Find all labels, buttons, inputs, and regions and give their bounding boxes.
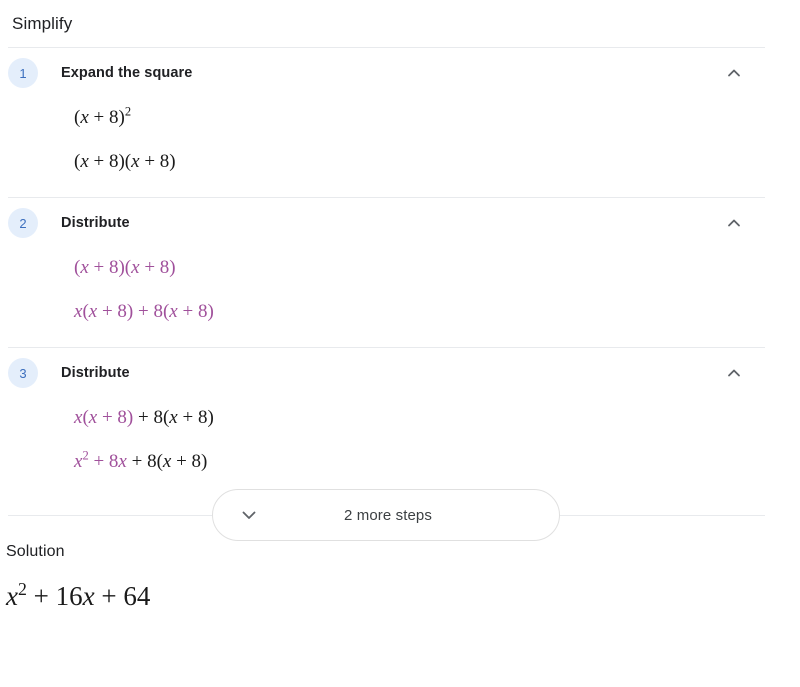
step-header-2[interactable]: 2 Distribute: [0, 198, 800, 244]
step-title: Distribute: [61, 215, 130, 231]
math-token: + 64: [94, 581, 151, 611]
page-title: Simplify: [12, 14, 73, 33]
math-token: + 8: [88, 451, 119, 472]
step-header-1[interactable]: 1 Expand the square: [0, 48, 800, 94]
math-line: (x + 8)(x + 8): [0, 152, 800, 174]
math-line: (x + 8)(x + 8): [0, 250, 800, 302]
step-3: 3 Distribute x(x + 8) + 8(x + 8) x2 + 8x + …: [0, 348, 800, 486]
math-token: + 8) + 8(: [97, 301, 170, 322]
steps-list: 1 Expand the square (x + 8)2 (x + 8)(x + 8)…: [0, 48, 800, 486]
math-token: x: [80, 257, 89, 278]
math-token: + 8): [88, 107, 125, 128]
math-line: x(x + 8) + 8(x + 8): [0, 400, 800, 452]
math-token: + 8): [177, 407, 214, 428]
step-number-badge: 2: [8, 208, 38, 238]
math-token: x: [6, 581, 18, 611]
math-token: x: [88, 407, 98, 428]
more-steps-label: 2 more steps: [344, 506, 432, 524]
math-token: x: [82, 581, 95, 611]
chevron-up-icon[interactable]: [722, 61, 746, 85]
math-line: x2 + 8x + 8(x + 8): [0, 449, 800, 474]
math-token: x: [80, 151, 89, 172]
math-token: x: [118, 451, 127, 472]
step-header-3[interactable]: 3 Distribute: [0, 348, 800, 394]
more-steps-section: 2 more steps: [0, 487, 800, 543]
more-steps-button[interactable]: 2 more steps: [212, 489, 560, 541]
step-2: 2 Distribute (x + 8)(x + 8) x(x + 8) + 8(x …: [0, 198, 800, 336]
simplify-steps-panel: Simplify 1 Expand the square (x + 8)2 (x + …: [0, 0, 800, 687]
math-token: + 8(: [133, 407, 170, 428]
math-token: x: [131, 257, 140, 278]
step-body: (x + 8)(x + 8) x(x + 8) + 8(x + 8): [0, 244, 800, 336]
math-token: + 8): [97, 407, 134, 428]
solution-title: Solution: [6, 543, 65, 560]
step-title: Distribute: [61, 365, 130, 381]
math-token: x: [80, 107, 89, 128]
step-1: 1 Expand the square (x + 8)2 (x + 8)(x + 8): [0, 48, 800, 186]
chevron-up-icon[interactable]: [722, 211, 746, 235]
math-token: + 8): [171, 451, 208, 472]
step-number-badge: 1: [8, 58, 38, 88]
math-token: + 8): [139, 151, 176, 172]
step-body: (x + 8)2 (x + 8)(x + 8): [0, 94, 800, 186]
math-token: 2: [17, 579, 27, 599]
math-token: + 16: [26, 581, 83, 611]
step-title: Expand the square: [61, 65, 193, 81]
math-token: + 8)(: [88, 151, 132, 172]
step-number-badge: 3: [8, 358, 38, 388]
math-token: x: [169, 407, 178, 428]
math-token: + 8): [177, 301, 214, 322]
math-token: 2: [124, 104, 132, 119]
chevron-up-icon[interactable]: [722, 361, 746, 385]
math-token: x: [88, 301, 98, 322]
math-token: x: [169, 301, 178, 322]
math-token: x: [131, 151, 140, 172]
math-token: + 8(: [126, 451, 163, 472]
math-line: x(x + 8) + 8(x + 8): [0, 302, 800, 324]
step-body: x(x + 8) + 8(x + 8) x2 + 8x + 8(x + 8): [0, 394, 800, 486]
math-line: (x + 8)2: [0, 100, 800, 152]
math-token: + 8)(: [88, 257, 132, 278]
math-token: + 8): [139, 257, 176, 278]
chevron-down-icon: [235, 501, 263, 529]
solution-expression: x2 + 16x + 64: [0, 579, 800, 611]
